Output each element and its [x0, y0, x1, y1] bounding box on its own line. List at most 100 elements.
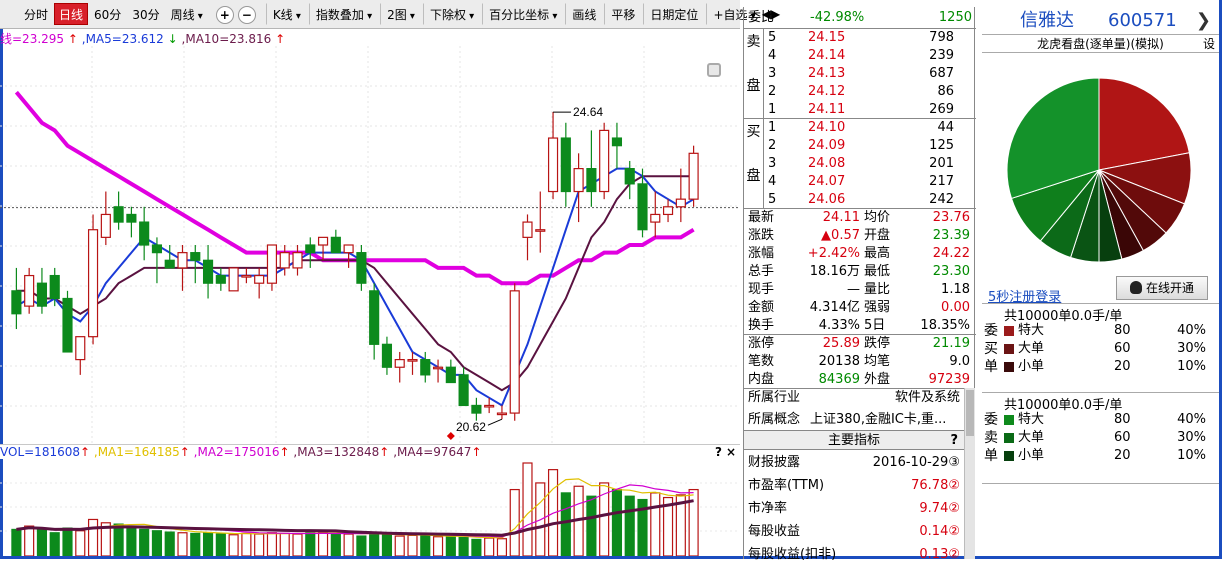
- financial-label: 财报披露: [748, 455, 801, 470]
- order-type-label: 大单: [1018, 341, 1045, 356]
- kline-dropdown[interactable]: K线: [265, 3, 306, 25]
- tab-daily[interactable]: 日线: [54, 3, 89, 25]
- color-swatch-icon: [1004, 344, 1014, 354]
- volume-bar: [139, 528, 150, 556]
- lock-icon[interactable]: [707, 63, 721, 77]
- volume-bar: [241, 532, 252, 556]
- concept-label: 所属概念: [748, 412, 801, 427]
- candle-body: [292, 252, 303, 269]
- zoom-out-button[interactable]: −: [237, 6, 256, 24]
- stat-row: 现手 — 量比 1.18: [744, 281, 976, 299]
- candle-body: [113, 206, 124, 223]
- stat-value: 18.16万: [809, 264, 860, 279]
- stat-label: 外盘: [864, 372, 891, 387]
- zoom-in-button[interactable]: +: [215, 6, 234, 24]
- candle-body: [471, 404, 482, 414]
- buy-dist-char-2: 买: [984, 341, 998, 357]
- scrollbar[interactable]: [964, 388, 975, 559]
- color-swatch-icon: [1004, 326, 1014, 336]
- stat-label: 强弱: [864, 300, 891, 315]
- candle-body: [484, 404, 495, 408]
- orderbook-row: 5 24.06 242: [744, 191, 976, 209]
- volume-bar: [343, 533, 354, 556]
- kline-chart[interactable]: 24.64 20.62: [0, 46, 740, 444]
- candle-body: [420, 359, 431, 376]
- candle-body: [317, 236, 329, 246]
- candle-body: [407, 359, 418, 362]
- order-price[interactable]: 24.09: [808, 137, 878, 155]
- order-price[interactable]: 24.14: [808, 47, 878, 65]
- volume-bar: [509, 488, 520, 556]
- volume-bar: [164, 531, 175, 556]
- order-price[interactable]: 24.07: [808, 173, 878, 191]
- financial-value: 0.13②: [919, 547, 960, 562]
- stat-label: 内盘: [748, 372, 775, 387]
- pan-button[interactable]: 平移: [604, 3, 640, 25]
- sell-orderbook: 卖盘 5 24.15 798 4 24.14 239 3 24.13 687 2 24.12 86 1 2…: [744, 28, 976, 119]
- volume-bar: [586, 495, 597, 556]
- order-dist-row: 大单 60 30%: [1004, 340, 1214, 358]
- order-price[interactable]: 24.06: [808, 191, 878, 209]
- candle-body: [445, 366, 456, 384]
- dragon-tiger-header: 龙虎看盘(逐单量)(模拟) 设: [982, 35, 1219, 53]
- tab-60min[interactable]: 60分: [89, 3, 126, 25]
- date-locate-button[interactable]: 日期定位: [643, 3, 703, 25]
- volume-bar: [445, 535, 456, 556]
- percent-axis-dropdown[interactable]: 百分比坐标: [482, 3, 562, 25]
- financial-row: 财报披露 2016-10-29③: [744, 451, 964, 474]
- volume-chart[interactable]: [0, 459, 740, 556]
- financial-label: 每股收益(扣非): [748, 547, 837, 562]
- close-icon[interactable]: ×: [726, 445, 736, 459]
- candle-body: [62, 297, 73, 353]
- order-price[interactable]: 24.13: [808, 65, 878, 83]
- order-pct: 10%: [1177, 448, 1206, 463]
- stat-row: 最新 24.11 均价 23.76: [744, 209, 976, 227]
- stat-value: +2.42%: [807, 246, 860, 261]
- tab-30min[interactable]: 30分: [127, 3, 164, 25]
- chevron-right-icon[interactable]: ❯: [1196, 7, 1211, 35]
- volume-bar: [126, 525, 137, 556]
- weibi-value: 1250: [938, 10, 972, 25]
- candle-body: [11, 290, 22, 315]
- candle-body: [139, 221, 150, 246]
- stat-label: 量比: [864, 282, 891, 297]
- indicators-header: 主要指标 ?: [744, 430, 964, 450]
- online-open-button[interactable]: 在线开通: [1116, 276, 1208, 300]
- order-type-label: 小单: [1018, 448, 1045, 463]
- concept-value[interactable]: 上证380,金融IC卡,重...: [810, 411, 946, 429]
- volume-bar: [62, 527, 73, 556]
- order-price[interactable]: 24.15: [808, 29, 878, 47]
- stat-label: 5日: [864, 318, 886, 333]
- up-arrow-icon: ↑: [379, 445, 390, 459]
- dual-chart-dropdown[interactable]: 2图: [380, 3, 420, 25]
- order-price[interactable]: 24.08: [808, 155, 878, 173]
- industry-value[interactable]: 软件及系统: [895, 389, 960, 407]
- stat-label: 最新: [748, 210, 775, 225]
- volume-value: VOL=181608: [0, 445, 80, 459]
- order-price[interactable]: 24.10: [808, 119, 878, 137]
- volume-bar: [420, 535, 431, 556]
- period-dropdown[interactable]: 周线: [166, 3, 208, 25]
- settings-button[interactable]: 设: [1203, 35, 1215, 53]
- stat-value: 24.11: [822, 210, 860, 225]
- help-icon[interactable]: ?: [950, 431, 958, 451]
- order-volume: 125: [929, 138, 954, 153]
- color-swatch-icon: [1004, 433, 1014, 443]
- draw-line-button[interactable]: 画线: [565, 3, 601, 25]
- scrollbar-thumb[interactable]: [966, 390, 974, 436]
- vol-ma4-value: ,MA4=97647: [393, 445, 472, 459]
- level-number: 4: [768, 174, 777, 189]
- order-price[interactable]: 24.12: [808, 83, 878, 101]
- volume-bar: [611, 488, 623, 556]
- tab-intraday[interactable]: 分时: [19, 3, 53, 25]
- help-icon[interactable]: ?: [715, 445, 722, 459]
- ex-rights-dropdown[interactable]: 下除权: [422, 3, 479, 25]
- index-overlay-dropdown[interactable]: 指数叠加: [308, 3, 377, 25]
- order-price[interactable]: 24.11: [808, 101, 878, 119]
- order-volume: 269: [929, 102, 954, 117]
- candle-body: [611, 137, 623, 147]
- candle-body: [547, 137, 559, 193]
- down-arrow-icon: ↓: [167, 32, 178, 46]
- stat-label: 换手: [748, 318, 775, 333]
- online-open-label: 在线开通: [1145, 281, 1194, 295]
